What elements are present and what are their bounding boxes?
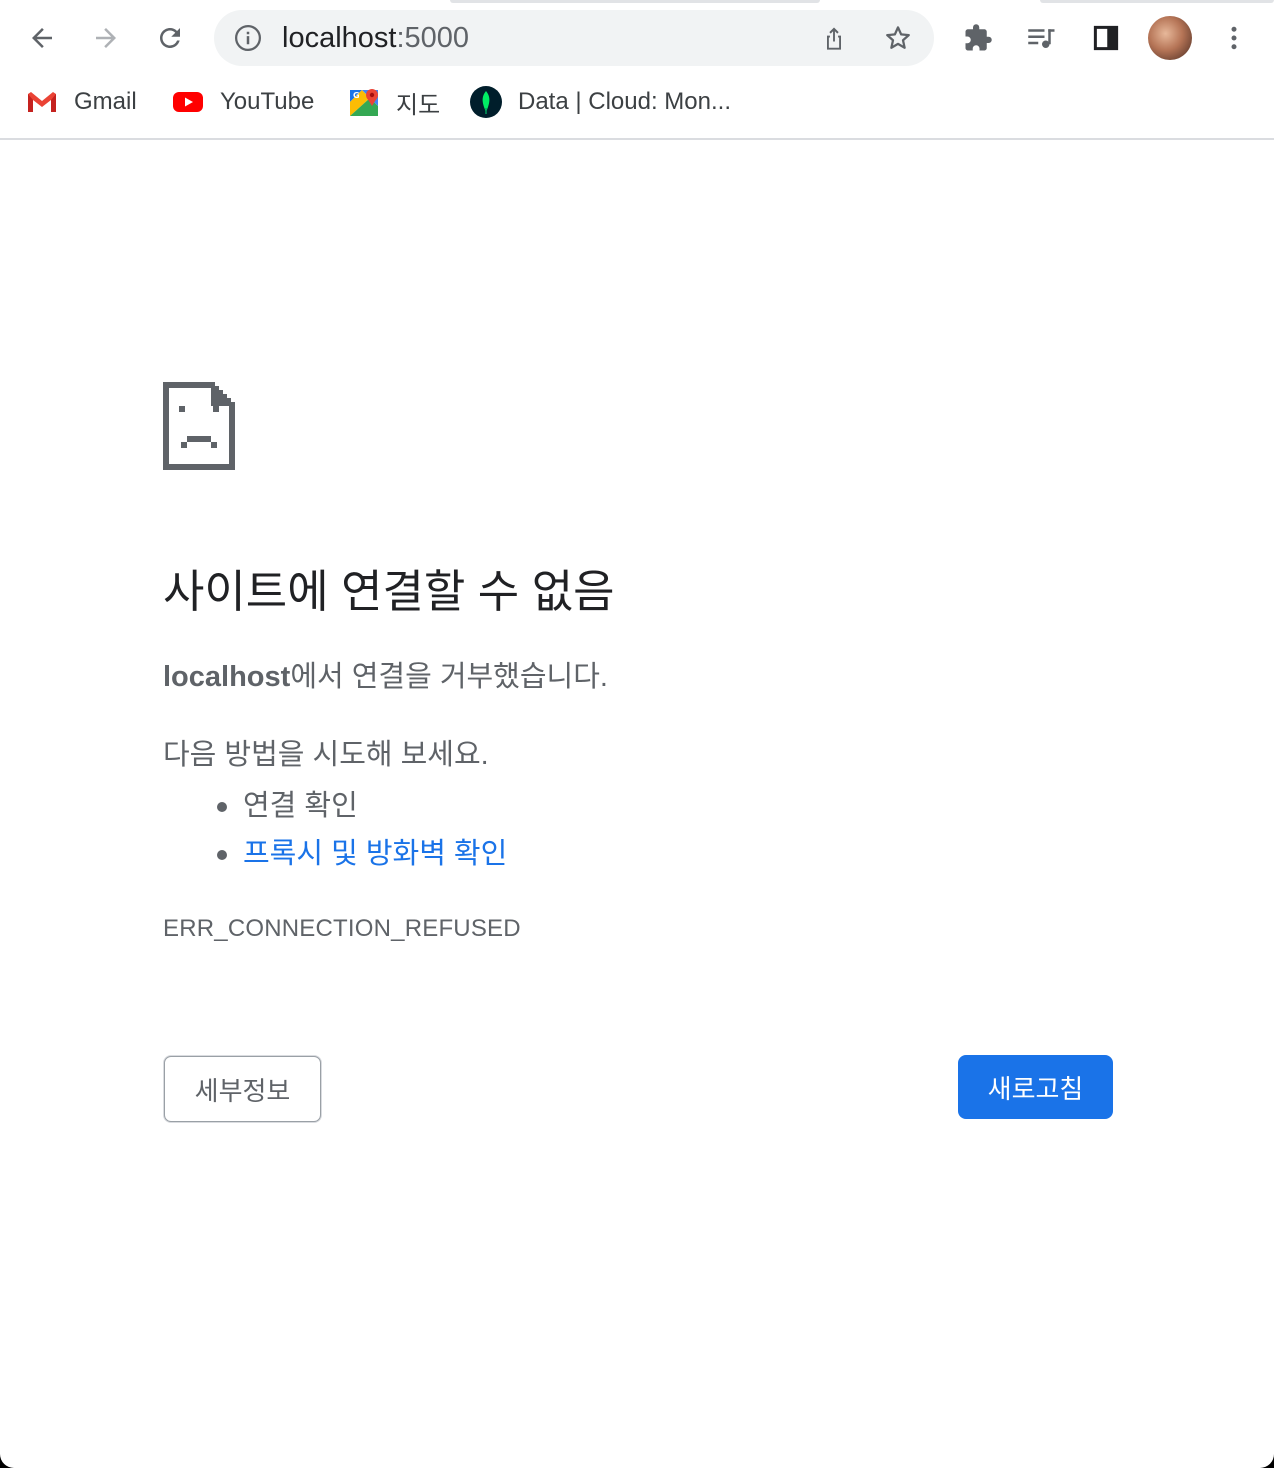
arrow-left-icon (27, 23, 57, 53)
media-controls-button[interactable] (1018, 14, 1066, 62)
bookmark-label: 지도 (396, 91, 441, 119)
tab-strip-edge (1040, 0, 1274, 3)
puzzle-icon (963, 23, 993, 53)
star-icon[interactable] (880, 20, 916, 56)
mongodb-leaf-icon (470, 86, 502, 118)
window-corner (0, 1454, 14, 1468)
extensions-button[interactable] (954, 14, 1002, 62)
side-panel-button[interactable] (1082, 14, 1130, 62)
browser-window: localhost:5000 Gmail YouTube G 지도 Data |… (0, 0, 1274, 1468)
error-description: localhost에서 연결을 거부했습니다. (163, 658, 608, 696)
profile-avatar[interactable] (1148, 16, 1192, 60)
share-icon[interactable] (816, 20, 852, 56)
bookmark-label: Gmail (74, 88, 137, 115)
kebab-menu-icon (1219, 23, 1249, 53)
error-title: 사이트에 연결할 수 없음 (163, 566, 615, 617)
reload-button[interactable] (146, 14, 194, 62)
reload-page-button[interactable]: 새로고침 (958, 1055, 1113, 1119)
reload-icon (155, 23, 185, 53)
youtube-icon (172, 86, 204, 118)
url-text[interactable]: localhost:5000 (282, 23, 469, 53)
media-playlist-icon (1025, 23, 1059, 53)
bookmark-youtube[interactable]: YouTube (172, 86, 314, 118)
bullet-icon (217, 850, 227, 860)
error-code: ERR_CONNECTION_REFUSED (163, 915, 521, 942)
arrow-right-icon (91, 23, 121, 53)
maps-icon: G (348, 86, 380, 118)
error-description-text: 에서 연결을 거부했습니다. (290, 661, 608, 693)
forward-button[interactable] (82, 14, 130, 62)
suggestion-check-connection: 연결 확인 (243, 790, 358, 822)
window-corner (1260, 1454, 1274, 1468)
info-icon[interactable] (232, 22, 264, 54)
url-host: localhost (282, 22, 397, 54)
bookmark-label: YouTube (220, 88, 315, 115)
address-bar[interactable]: localhost:5000 (214, 10, 934, 66)
bookmark-mongodb[interactable]: Data | Cloud: Mon... (470, 86, 731, 118)
suggestions-list: 연결 확인 프록시 및 방화벽 확인 (163, 782, 507, 878)
bookmarks-bar: Gmail YouTube G 지도 Data | Cloud: Mon... (0, 76, 1274, 140)
bookmark-label: Data | Cloud: Mon... (518, 88, 731, 115)
side-panel-icon (1091, 23, 1121, 53)
url-port: :5000 (396, 22, 470, 54)
bullet-icon (217, 802, 227, 812)
error-host: localhost (163, 661, 291, 693)
suggestion-item: 프록시 및 방화벽 확인 (163, 830, 507, 878)
suggestion-item: 연결 확인 (163, 782, 507, 830)
browser-toolbar: localhost:5000 (0, 0, 1274, 76)
suggestion-check-proxy-firewall-link[interactable]: 프록시 및 방화벽 확인 (243, 838, 507, 870)
sad-page-icon (163, 382, 235, 470)
tab-strip-edge (450, 0, 820, 3)
details-button[interactable]: 세부정보 (163, 1055, 322, 1123)
bookmark-maps[interactable]: G 지도 (348, 86, 441, 119)
svg-text:G: G (353, 91, 360, 100)
suggestions-intro: 다음 방법을 시도해 보세요. (163, 739, 489, 771)
bookmark-gmail[interactable]: Gmail (26, 86, 137, 118)
menu-button[interactable] (1210, 14, 1258, 62)
gmail-icon (26, 86, 58, 118)
back-button[interactable] (18, 14, 66, 62)
